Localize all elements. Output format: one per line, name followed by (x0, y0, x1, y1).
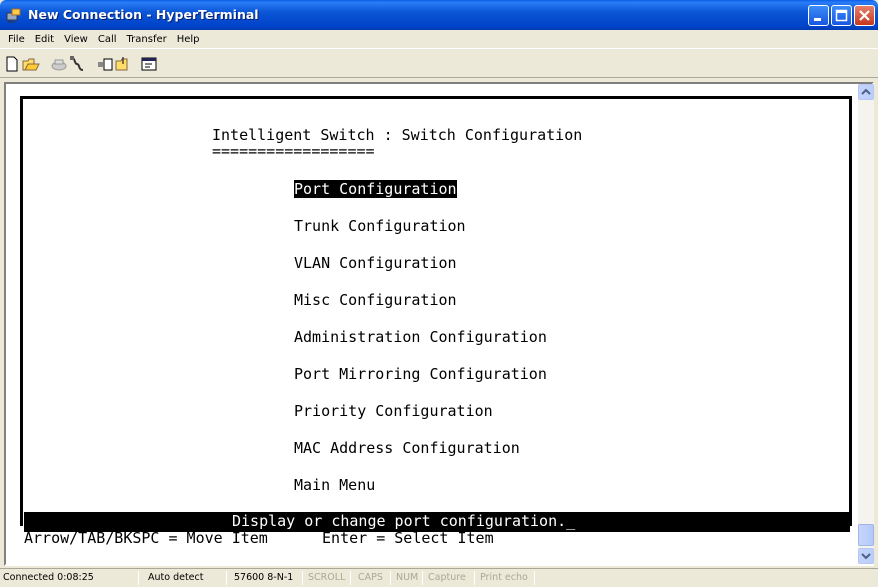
terminal-frame-left (20, 96, 23, 526)
menu-bar: File Edit View Call Transfer Help (0, 30, 878, 48)
menu-transfer[interactable]: Transfer (122, 34, 172, 45)
send-icon[interactable] (96, 55, 114, 73)
status-capture: Capture (428, 572, 466, 583)
new-icon[interactable] (3, 55, 21, 73)
menu-option-main-menu[interactable]: Main Menu (294, 476, 375, 494)
terminal-screen[interactable]: Intelligent Switch : Switch Configuratio… (8, 86, 856, 562)
status-connected: Connected 0:08:25 (3, 572, 94, 583)
menu-edit[interactable]: Edit (30, 34, 59, 45)
menu-option-vlan-configuration[interactable]: VLAN Configuration (294, 254, 457, 272)
status-separator (350, 571, 351, 585)
scroll-down-button[interactable] (858, 548, 874, 564)
menu-call[interactable]: Call (93, 34, 122, 45)
status-separator (390, 571, 391, 585)
status-num: NUM (396, 572, 419, 583)
hyperterminal-icon (6, 7, 22, 23)
scrollbar-thumb[interactable] (858, 524, 874, 546)
status-separator (138, 571, 139, 585)
status-bar: Connected 0:08:25 Auto detect 57600 8-N-… (0, 568, 878, 587)
terminal-header-underline: ================== (212, 142, 375, 160)
status-separator (422, 571, 423, 585)
menu-file[interactable]: File (3, 34, 30, 45)
properties-icon[interactable] (140, 55, 158, 73)
terminal-help-text: Display or change port configuration._ (232, 512, 576, 530)
status-settings: 57600 8-N-1 (234, 572, 294, 583)
status-caps: CAPS (358, 572, 383, 583)
terminal-frame-top (20, 96, 852, 99)
status-separator (302, 571, 303, 585)
menu-help[interactable]: Help (172, 34, 205, 45)
terminal-frame-right (849, 96, 852, 526)
status-separator (534, 571, 535, 585)
menu-option-port-configuration[interactable]: Port Configuration (294, 180, 457, 198)
call-icon[interactable] (50, 55, 68, 73)
menu-option-port-mirroring-configuration[interactable]: Port Mirroring Configuration (294, 365, 547, 383)
status-scroll: SCROLL (308, 572, 346, 583)
maximize-button[interactable] (831, 5, 852, 26)
menu-option-misc-configuration[interactable]: Misc Configuration (294, 291, 457, 309)
close-button[interactable] (854, 5, 875, 26)
scroll-up-button[interactable] (858, 84, 874, 100)
status-separator (474, 571, 475, 585)
window-title: New Connection - HyperTerminal (28, 7, 259, 22)
menu-view[interactable]: View (59, 34, 93, 45)
terminal-window: Intelligent Switch : Switch Configuratio… (4, 82, 874, 566)
title-bar[interactable]: New Connection - HyperTerminal (0, 0, 878, 30)
status-separator (226, 571, 227, 585)
terminal-key-hints: Arrow/TAB/BKSPC = Move Item Enter = Sele… (24, 529, 494, 547)
open-icon[interactable] (22, 55, 40, 73)
status-print-echo: Print echo (480, 572, 528, 583)
minimize-button[interactable] (808, 5, 829, 26)
menu-option-administration-configuration[interactable]: Administration Configuration (294, 328, 547, 346)
toolbar (0, 48, 878, 78)
vertical-scrollbar[interactable] (858, 84, 874, 564)
menu-option-mac-address-configuration[interactable]: MAC Address Configuration (294, 439, 520, 457)
menu-option-priority-configuration[interactable]: Priority Configuration (294, 402, 493, 420)
status-detect: Auto detect (148, 572, 204, 583)
receive-icon[interactable] (114, 55, 132, 73)
menu-option-trunk-configuration[interactable]: Trunk Configuration (294, 217, 466, 235)
disconnect-icon[interactable] (68, 55, 86, 73)
